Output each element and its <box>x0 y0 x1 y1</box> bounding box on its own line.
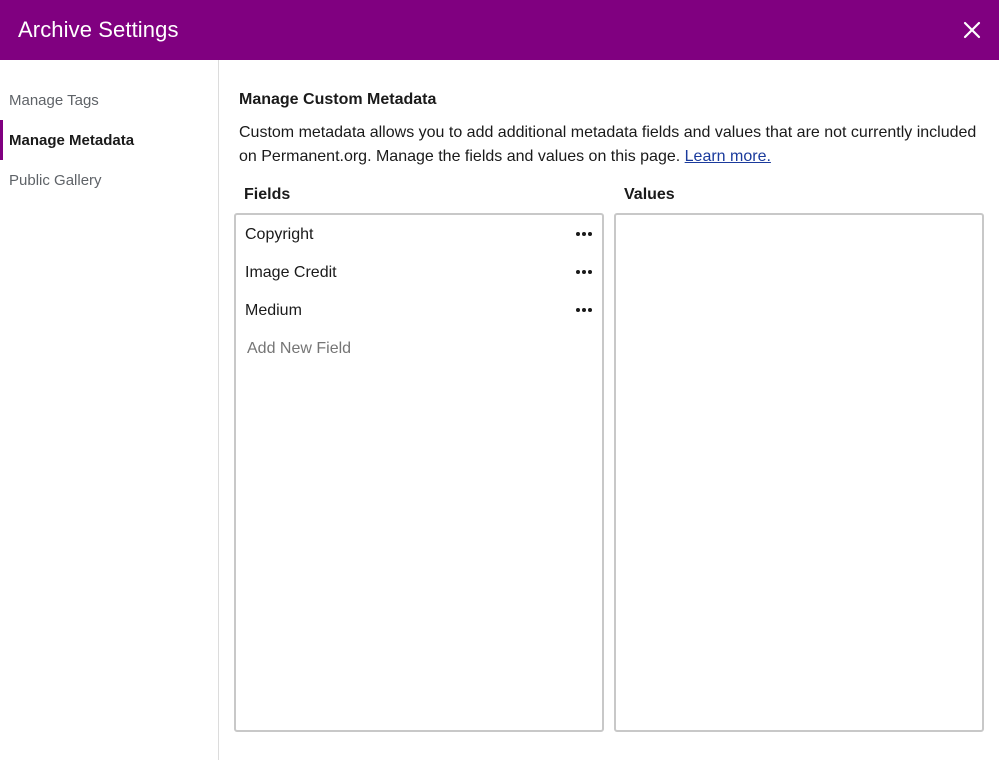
fields-heading: Fields <box>244 186 291 203</box>
sidebar-nav: Manage Tags Manage Metadata Public Galle… <box>0 60 218 200</box>
more-horizontal-icon[interactable] <box>576 232 592 238</box>
settings-sidebar: Manage Tags Manage Metadata Public Galle… <box>0 60 219 760</box>
field-item-copyright[interactable]: Copyright <box>236 216 602 254</box>
sidebar-item-manage-metadata[interactable]: Manage Metadata <box>0 120 218 160</box>
field-item-label: Image Credit <box>245 264 337 281</box>
learn-more-link[interactable]: Learn more. <box>685 148 771 165</box>
description-body: Custom metadata allows you to add additi… <box>239 124 977 165</box>
close-icon <box>963 21 981 39</box>
values-heading: Values <box>624 186 675 203</box>
sidebar-item-label: Manage Tags <box>9 91 99 109</box>
field-item-medium[interactable]: Medium <box>236 292 602 330</box>
more-horizontal-icon[interactable] <box>576 308 592 314</box>
sidebar-item-label: Public Gallery <box>9 171 102 189</box>
field-item-label: Copyright <box>245 226 314 243</box>
description-text: Custom metadata allows you to add additi… <box>239 121 979 169</box>
field-item-label: Medium <box>245 302 302 319</box>
page-title: Manage Custom Metadata <box>239 91 437 108</box>
field-item-image-credit[interactable]: Image Credit <box>236 254 602 292</box>
values-panel <box>614 213 984 732</box>
more-horizontal-icon[interactable] <box>576 270 592 276</box>
dialog-title: Archive Settings <box>18 17 179 42</box>
field-list: Copyright Image Credit Medium <box>236 215 602 368</box>
header-bar: Archive Settings <box>0 0 999 60</box>
add-new-field-input[interactable] <box>236 330 602 368</box>
sidebar-item-public-gallery[interactable]: Public Gallery <box>0 160 218 200</box>
sidebar-item-label: Manage Metadata <box>9 131 135 149</box>
fields-panel: Copyright Image Credit Medium <box>234 213 604 732</box>
main-content: Manage Custom Metadata Custom metadata a… <box>219 60 999 760</box>
sidebar-item-manage-tags[interactable]: Manage Tags <box>0 80 218 120</box>
close-button[interactable] <box>960 18 984 42</box>
